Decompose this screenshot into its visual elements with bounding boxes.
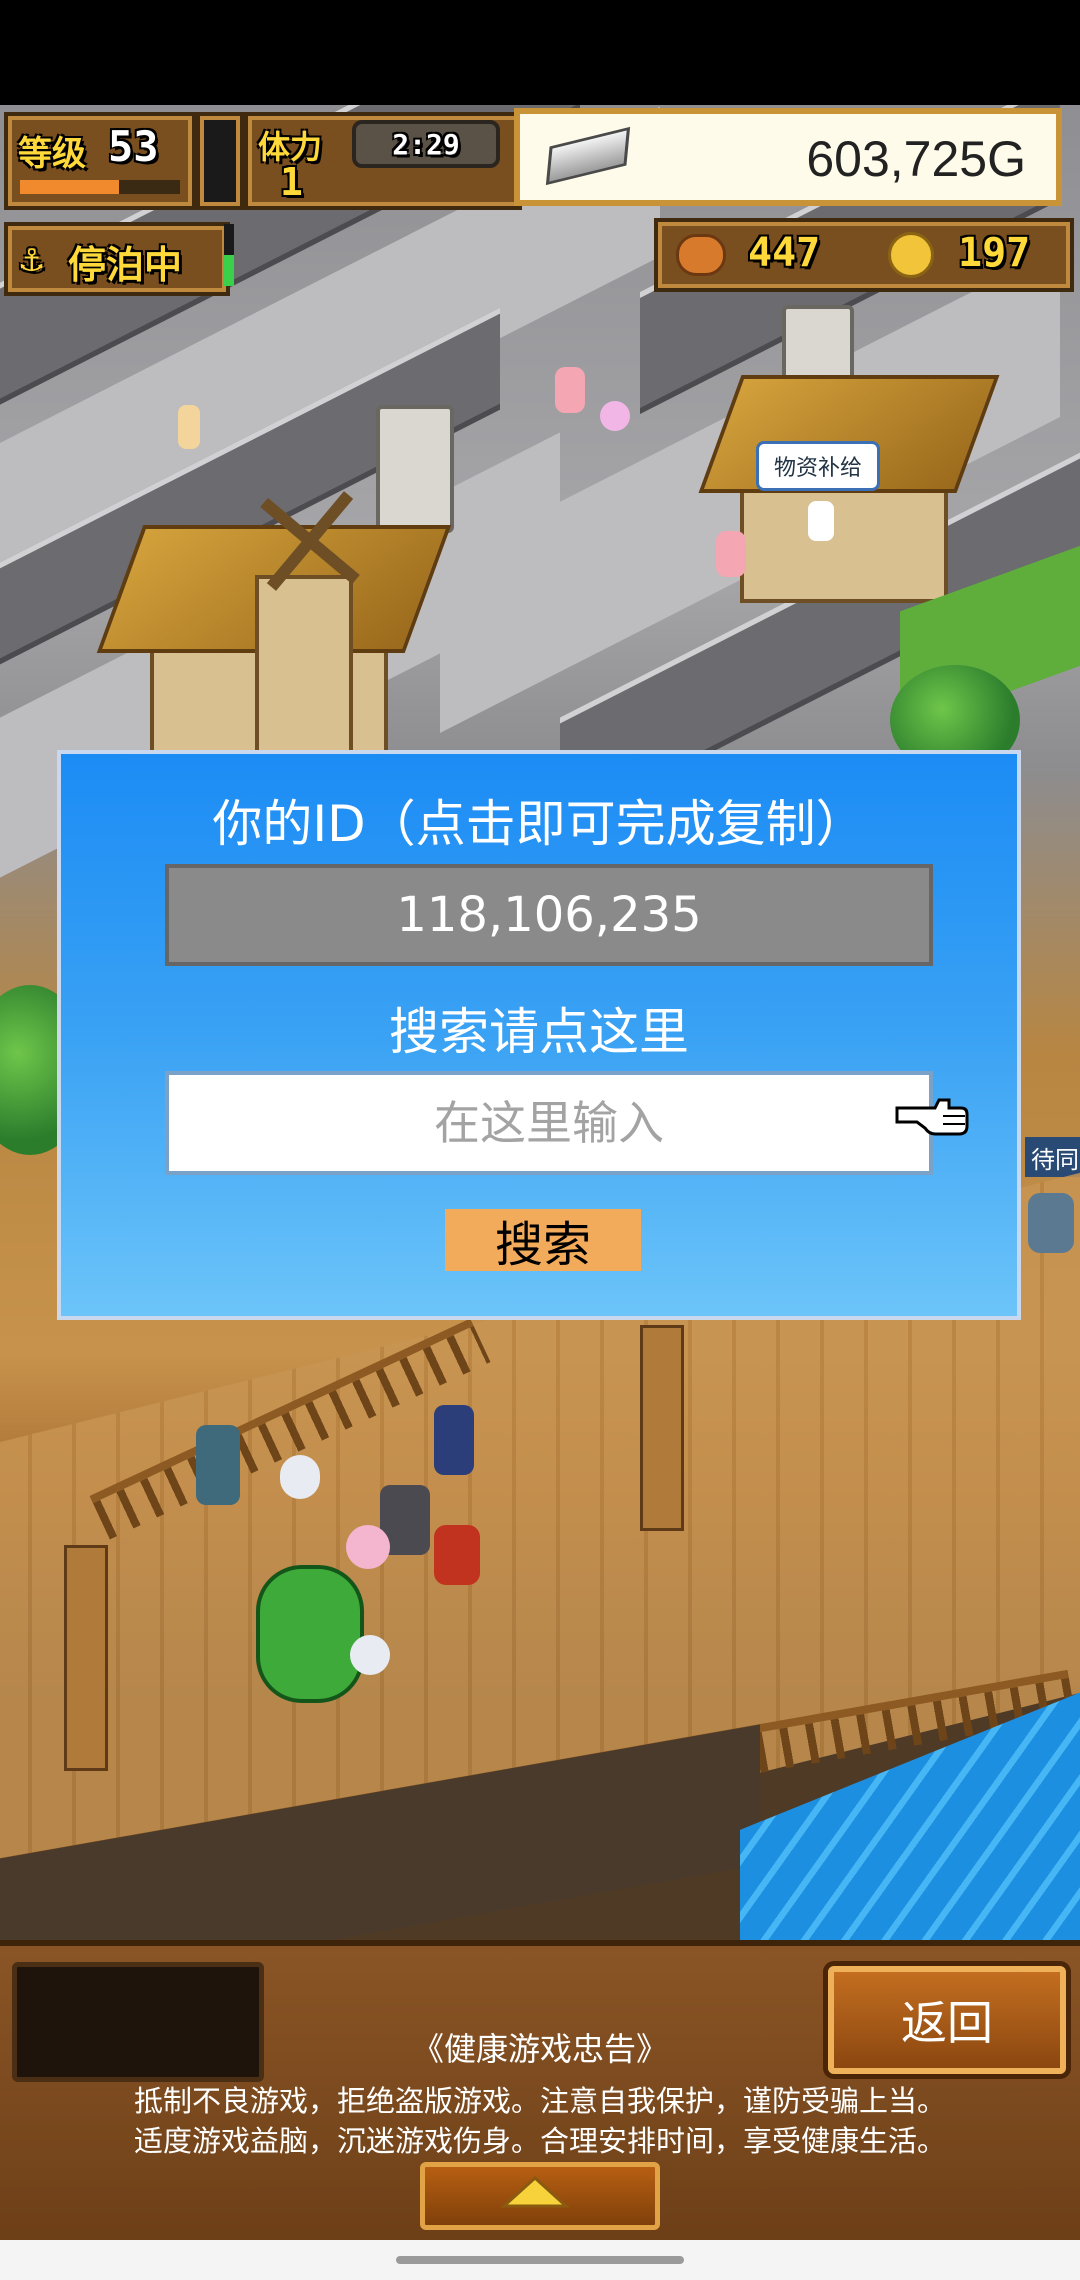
- crew-member[interactable]: [346, 1525, 390, 1569]
- ship-mast: [640, 1325, 684, 1531]
- gold-bar-icon: [545, 126, 631, 186]
- frog-crew-member[interactable]: [256, 1565, 364, 1703]
- docked-status-text: 停泊中: [68, 243, 183, 287]
- health-notice-title: 《健康游戏忠告》: [411, 2030, 668, 2068]
- side-tab[interactable]: 待同: [1025, 1137, 1080, 1177]
- status-gauge: [224, 224, 234, 286]
- resource-panel[interactable]: 447 197: [654, 218, 1074, 292]
- id-dialog: 你的ID（点击即可完成复制） 118,106,235 搜索请点这里 搜索: [57, 750, 1021, 1320]
- navigation-bar: [0, 2240, 1080, 2280]
- home-gesture-handle[interactable]: [396, 2256, 684, 2264]
- status-bar: [0, 0, 1080, 105]
- level-panel[interactable]: 等级 53: [4, 112, 196, 210]
- gold-panel[interactable]: 603,725G: [514, 108, 1062, 206]
- npc-character[interactable]: [555, 367, 585, 413]
- medal-count: 197: [958, 230, 1031, 276]
- search-label: 搜索请点这里: [389, 1003, 689, 1061]
- npc-character[interactable]: [178, 405, 200, 449]
- dialog-title: 你的ID（点击即可完成复制）: [212, 795, 866, 853]
- exp-bar: [20, 180, 180, 194]
- docked-status[interactable]: ⚓ 停泊中: [4, 222, 230, 296]
- crew-member[interactable]: [434, 1405, 474, 1475]
- crew-member[interactable]: [280, 1455, 320, 1499]
- stamina-gauge: [196, 112, 244, 210]
- timer-text: 2:29: [392, 127, 460, 161]
- ship-mast: [64, 1545, 108, 1771]
- medal-icon: [888, 232, 934, 278]
- crew-member[interactable]: [1028, 1193, 1074, 1253]
- bottom-panel: 返回 《健康游戏忠告》 抵制不良游戏，拒绝盗版游戏。注意自我保护，谨防受骗上当。…: [0, 1940, 1080, 2246]
- level-value: 53: [108, 122, 159, 171]
- search-input[interactable]: [165, 1071, 933, 1175]
- exp-bar-fill: [20, 180, 120, 194]
- gold-amount: 603,725G: [806, 131, 1026, 187]
- npc-character[interactable]: [716, 531, 746, 577]
- level-label: 等级: [18, 134, 86, 174]
- npc-character[interactable]: [600, 401, 630, 431]
- timer-box: 2:29: [352, 120, 500, 168]
- health-notice-line: 适度游戏益脑，沉迷游戏伤身。合理安排时间，享受健康生活。: [133, 2124, 946, 2158]
- food-icon: [676, 234, 726, 276]
- pointer-hand-icon: [895, 1096, 969, 1138]
- search-button[interactable]: 搜索: [445, 1209, 641, 1272]
- crew-member[interactable]: [350, 1635, 390, 1675]
- anchor-icon: ⚓: [20, 236, 43, 280]
- npc-character[interactable]: [808, 501, 834, 541]
- stamina-panel[interactable]: 体力 1 2:29: [244, 112, 522, 210]
- stamina-value: 1: [280, 160, 303, 204]
- supply-sign[interactable]: 物资补给: [756, 441, 880, 491]
- watchtower: [376, 405, 454, 533]
- player-id-box[interactable]: 118,106,235: [165, 864, 933, 966]
- health-notice-line: 抵制不良游戏，拒绝盗版游戏。注意自我保护，谨防受骗上当。: [133, 2084, 946, 2118]
- expand-menu-button[interactable]: [420, 2162, 660, 2230]
- food-count: 447: [748, 230, 821, 276]
- crew-member[interactable]: [196, 1425, 240, 1505]
- crew-member[interactable]: [434, 1525, 480, 1585]
